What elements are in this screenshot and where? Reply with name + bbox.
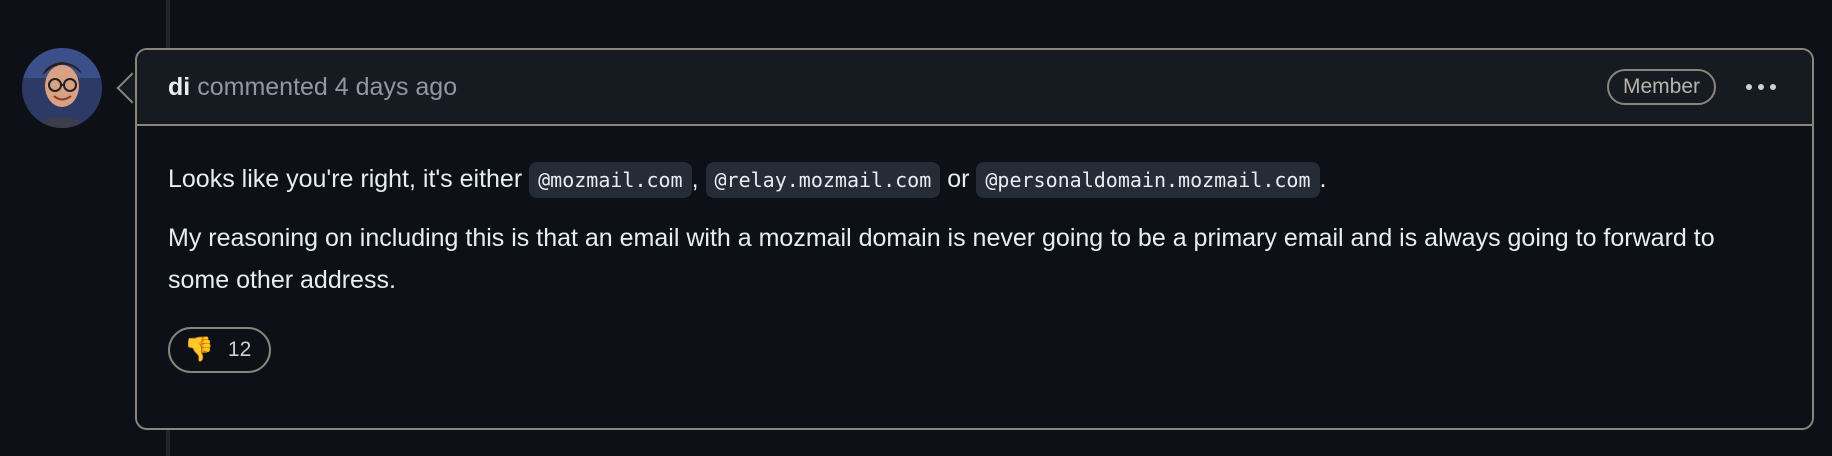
reactions-bar: 👎 12 [137,317,1812,373]
kebab-dot [1758,84,1764,90]
inline-code: @relay.mozmail.com [705,162,941,198]
kebab-dot [1770,84,1776,90]
role-badge: Member [1606,69,1716,105]
avatar-image [22,48,102,128]
comment-header: di commented 4 days ago Member [137,50,1812,126]
comment-paragraph: My reasoning on including this is that a… [168,224,1715,294]
author-link[interactable]: di [168,73,190,102]
comment-meta: commented 4 days ago [197,73,457,102]
paragraph-text: Looks like you're right, it's either [168,165,530,193]
comment-paragraph: Looks like you're right, it's either @mo… [168,158,1781,201]
kebab-horizontal-icon[interactable] [1740,78,1782,96]
paragraph-text: . [1319,165,1327,193]
reaction-count: 12 [227,338,252,361]
avatar[interactable] [22,48,102,128]
inline-code: @mozmail.com [529,162,692,198]
header-actions: Member [1606,69,1782,105]
paragraph-text: or [940,165,977,193]
inline-code: @personaldomain.mozmail.com [976,162,1320,198]
comment-box: di commented 4 days ago Member Looks lik… [135,48,1814,430]
comment-body: Looks like you're right, it's either @mo… [137,126,1812,301]
timestamp-link[interactable]: 4 days ago [335,73,457,101]
kebab-dot [1746,84,1752,90]
thumbs-down-icon: 👎 [184,336,214,363]
comment-action: commented [197,72,328,101]
paragraph-text: , [691,165,706,193]
reaction-button[interactable]: 👎 12 [168,327,272,373]
